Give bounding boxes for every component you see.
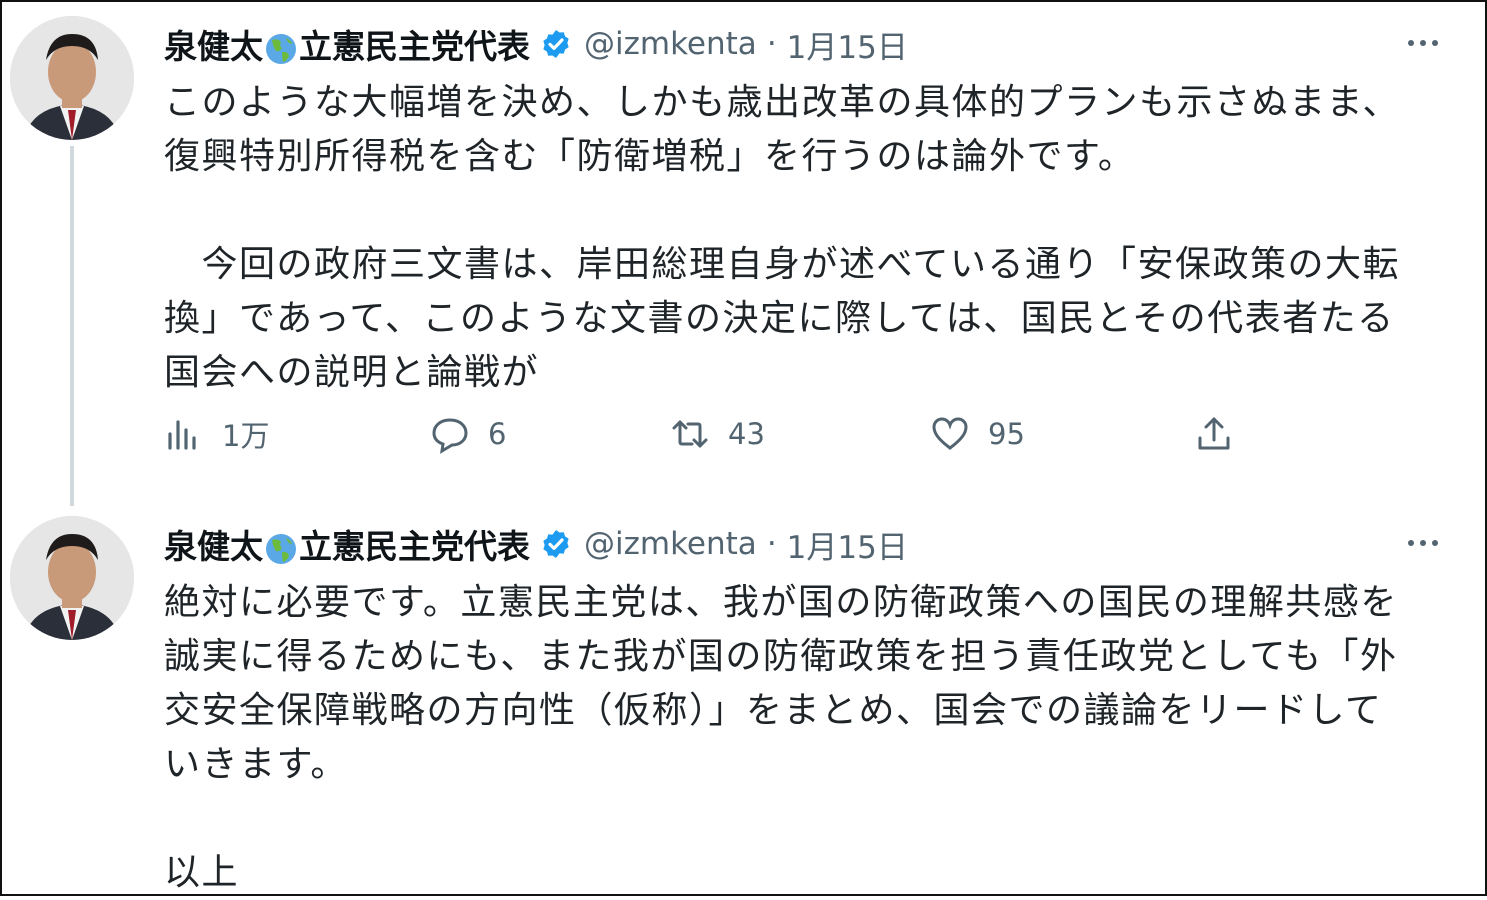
- more-options-icon[interactable]: [1401, 28, 1445, 58]
- more-options-icon[interactable]: [1401, 528, 1445, 558]
- tweet-line: 国会への説明と論戦が: [164, 352, 540, 393]
- tweet-text: 絶対に必要です。立憲民主党は、我が国の防衛政策への国民の理解共感を 誠実に得るた…: [164, 576, 1454, 900]
- share-button[interactable]: [1194, 406, 1234, 462]
- verified-badge-icon: [543, 30, 569, 58]
- avatar[interactable]: [10, 516, 134, 640]
- views-count: 1万: [222, 419, 270, 453]
- thread-line: [70, 146, 74, 506]
- display-name[interactable]: 泉健太 立憲民主党代表: [164, 20, 530, 68]
- separator: ·: [766, 526, 777, 562]
- tweet-line: 誠実に得るためにも、また我が国の防衛政策を担う責任政党としても「外: [164, 636, 1398, 677]
- tweet[interactable]: 泉健太 立憲民主党代表 @izmkenta · 1月15日 このような大幅増を決め…: [2, 2, 1485, 506]
- tweet-date[interactable]: 1月15日: [787, 522, 908, 567]
- like-button[interactable]: 95: [930, 406, 1025, 462]
- globe-americas-icon: [266, 33, 296, 64]
- globe-americas-icon: [266, 533, 296, 564]
- separator: ·: [766, 26, 777, 62]
- handle[interactable]: @izmkenta: [584, 526, 757, 562]
- reply-button[interactable]: 6: [430, 406, 506, 462]
- analytics-icon: [168, 420, 196, 450]
- reply-count: 6: [488, 417, 507, 451]
- verified-badge-icon: [543, 530, 569, 558]
- reply-icon: [432, 418, 468, 454]
- retweet-button[interactable]: 43: [670, 406, 765, 462]
- retweet-count: 43: [728, 417, 765, 451]
- share-icon: [1198, 417, 1230, 450]
- heart-icon: [932, 417, 968, 450]
- tweet-line: 交安全保障戦略の方向性（仮称）」をまとめ、国会での議論をリードして: [164, 690, 1383, 731]
- like-count: 95: [988, 417, 1025, 451]
- tweet-header: 泉健太 立憲民主党代表 @izmkenta · 1月15日: [164, 16, 1425, 72]
- display-name[interactable]: 泉健太 立憲民主党代表: [164, 520, 530, 568]
- tweet-line: 今回の政府三文書は、岸田総理自身が述べている通り「安保政策の大転: [164, 244, 1401, 285]
- retweet-icon: [672, 420, 708, 448]
- tweet[interactable]: 泉健太 立憲民主党代表 @izmkenta · 1月15日 絶対に必要です。立憲民…: [2, 502, 1485, 894]
- tweet-line: このような大幅増を決め、しかも歳出改革の具体的プランも示さぬまま、: [164, 82, 1401, 123]
- tweet-header: 泉健太 立憲民主党代表 @izmkenta · 1月15日: [164, 516, 1425, 572]
- tweet-date[interactable]: 1月15日: [787, 22, 908, 67]
- tweet-text: このような大幅増を決め、しかも歳出改革の具体的プランも示さぬまま、 復興特別所得…: [164, 76, 1454, 400]
- tweet-line-blank: [164, 184, 1454, 238]
- views-button[interactable]: 1万: [164, 406, 269, 462]
- tweet-line: 復興特別所得税を含む「防衛増税」を行うのは論外です。: [164, 136, 1136, 177]
- avatar[interactable]: [10, 16, 134, 140]
- tweet-line: 絶対に必要です。立憲民主党は、我が国の防衛政策への国民の理解共感を: [164, 582, 1398, 623]
- tweet-line: 以上: [164, 852, 240, 893]
- action-bar: 1万 6 43 95: [164, 406, 1254, 462]
- tweet-line: いきます。: [164, 744, 348, 785]
- handle[interactable]: @izmkenta: [584, 26, 757, 62]
- tweet-line-blank: [164, 792, 1454, 846]
- tweet-line: 換」であって、このような文書の決定に際しては、国民とその代表者たる: [164, 298, 1395, 339]
